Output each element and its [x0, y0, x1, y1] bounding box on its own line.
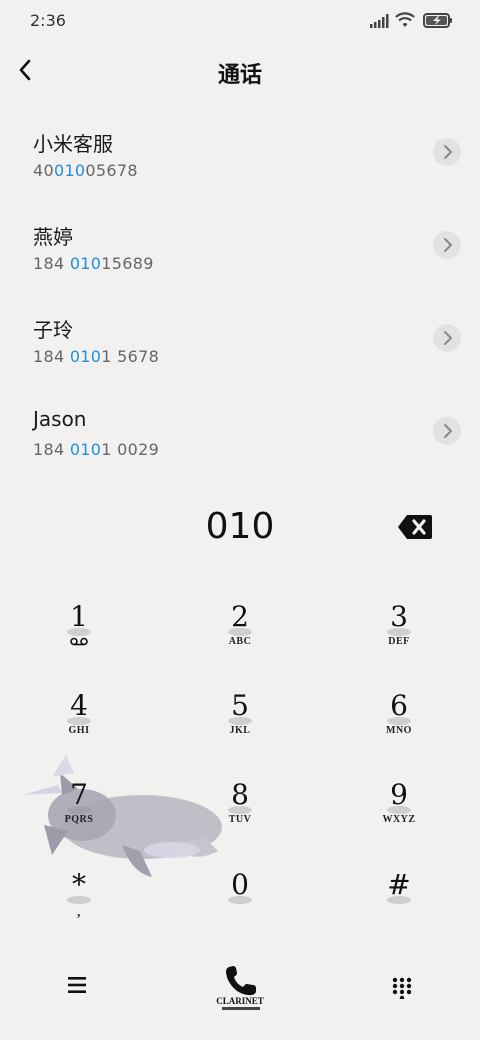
contact-item[interactable]: 燕婷 184 01015689 [0, 221, 480, 314]
battery-charging-icon [423, 13, 452, 28]
number-match-highlight: 010 [69, 347, 102, 366]
contact-number: 184 01015689 [33, 254, 154, 273]
contact-number: 184 0101 0029 [33, 440, 160, 459]
contact-item[interactable]: 小米客服 4001005678 [0, 128, 480, 221]
contact-detail-button[interactable] [433, 138, 461, 166]
contact-detail-button[interactable] [433, 417, 461, 445]
key-6[interactable]: 6 MNO [339, 689, 459, 769]
contact-number: 184 0101 5678 [33, 347, 160, 366]
contact-item[interactable]: 子玲 184 0101 5678 [0, 314, 480, 407]
contact-number: 4001005678 [33, 161, 138, 180]
key-8[interactable]: 8 TUV [180, 778, 300, 858]
page-title: 通话 [217, 63, 262, 88]
phone-call-icon [226, 966, 256, 996]
menu-icon[interactable] [66, 976, 88, 994]
wifi-icon [395, 12, 415, 27]
key-2[interactable]: 2 ABC [180, 600, 300, 680]
number-match-highlight: 010 [69, 440, 102, 459]
chevron-right-icon [444, 238, 452, 252]
header: 通话 [0, 42, 480, 98]
contact-name: 子玲 [33, 318, 73, 342]
status-bar: 2:36 [0, 0, 480, 42]
dialed-number-row: 010 [0, 500, 480, 556]
backspace-icon[interactable] [397, 514, 433, 540]
contact-detail-button[interactable] [433, 324, 461, 352]
contact-detail-button[interactable] [433, 231, 461, 259]
call-button-caption: CLARINET [216, 996, 264, 1006]
contact-name: Jason [33, 407, 87, 431]
number-match-highlight: 010 [53, 161, 86, 180]
key-3[interactable]: 3 DEF [339, 600, 459, 680]
key-9[interactable]: 9 WXYZ [339, 778, 459, 858]
key-hash[interactable]: # [339, 868, 459, 948]
key-1[interactable]: 1 [19, 600, 139, 680]
key-7[interactable]: 7 PQRS [19, 778, 139, 858]
signal-icon [370, 14, 389, 28]
key-0[interactable]: 0 [180, 868, 300, 948]
number-match-highlight: 010 [69, 254, 102, 273]
bottom-action-bar: CLARINET [0, 950, 480, 1030]
voicemail-icon [70, 637, 88, 646]
chevron-right-icon [444, 331, 452, 345]
contact-item[interactable]: Jason 184 0101 0029 [0, 407, 480, 500]
dialpad-icon[interactable] [391, 977, 413, 999]
key-star[interactable]: * , [19, 868, 139, 948]
status-time: 2:36 [30, 11, 66, 30]
contact-name: 燕婷 [33, 225, 73, 249]
contact-name: 小米客服 [33, 132, 113, 156]
chevron-right-icon [444, 424, 452, 438]
chevron-right-icon [444, 145, 452, 159]
